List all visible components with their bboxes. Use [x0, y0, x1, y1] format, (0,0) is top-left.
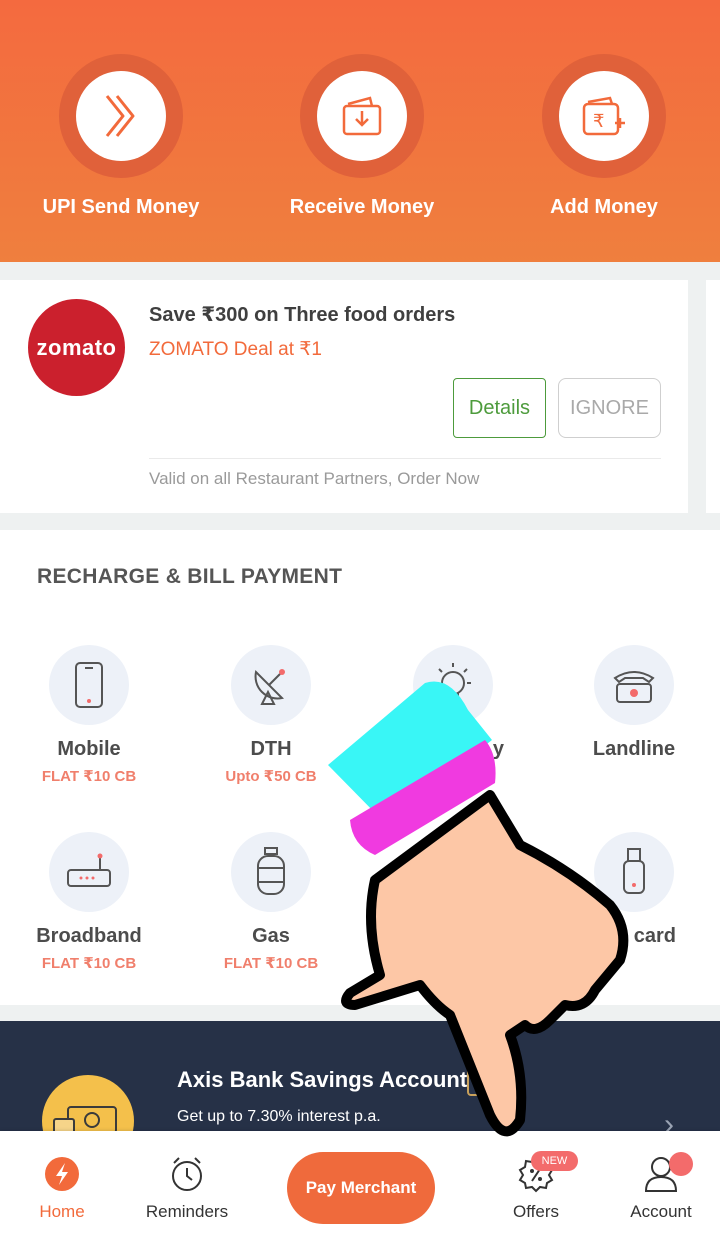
tile-mobile[interactable]: Mobile FLAT ₹10 CB [9, 645, 169, 785]
ignore-button[interactable]: IGNORE [558, 378, 661, 438]
pay-merchant-button[interactable]: Pay Merchant [287, 1152, 435, 1224]
offer-subtitle: ZOMATO Deal at ₹1 [149, 339, 322, 360]
satellite-dish-icon [254, 669, 285, 705]
zomato-logo: zomato [28, 299, 125, 396]
offer-divider [149, 458, 661, 459]
offer-title: Save ₹300 on Three food orders [149, 304, 456, 326]
tile-label: Broadband [36, 925, 142, 947]
upi-send-money-button[interactable]: UPI Send Money [43, 54, 199, 218]
nav-account[interactable]: Account [606, 1150, 716, 1222]
nav-account-label: Account [630, 1202, 692, 1221]
router-icon [67, 853, 111, 887]
receive-money-icon [342, 96, 382, 136]
receive-money-label: Receive Money [289, 196, 435, 218]
next-offer-card[interactable] [706, 280, 720, 513]
nav-home-label: Home [39, 1202, 85, 1221]
add-money-label: Add Money [550, 196, 658, 218]
tile-broadband[interactable]: Broadband FLAT ₹10 CB [9, 832, 169, 972]
upi-send-money-label: UPI Send Money [42, 196, 200, 218]
notification-dot [669, 1152, 693, 1176]
mobile-icon [75, 662, 103, 708]
gas-cylinder-icon [257, 847, 285, 895]
nav-reminders[interactable]: Reminders [132, 1150, 242, 1222]
alarm-clock-icon [172, 1157, 202, 1191]
tile-label: Mobile [57, 738, 121, 760]
section-title: RECHARGE & BILL PAYMENT [37, 565, 343, 588]
cashback-label: FLAT ₹10 CB [41, 768, 137, 785]
add-money-button[interactable]: ₹ Add Money [542, 54, 666, 218]
receive-money-button[interactable]: Receive Money [290, 54, 434, 218]
wallet-add-icon: ₹ [582, 96, 625, 136]
cashback-label: FLAT ₹10 CB [41, 955, 137, 972]
upi-send-icon [105, 95, 135, 137]
offer-note: Valid on all Restaurant Partners, Order … [149, 469, 480, 488]
svg-text:₹: ₹ [593, 111, 604, 132]
nav-home[interactable]: Home [7, 1150, 117, 1222]
pointing-hand-icon [328, 681, 629, 1137]
nav-reminders-label: Reminders [145, 1202, 229, 1221]
details-button[interactable]: Details [453, 378, 546, 438]
nav-offers-label: Offers [513, 1202, 559, 1221]
freecharge-home-icon [45, 1157, 79, 1191]
